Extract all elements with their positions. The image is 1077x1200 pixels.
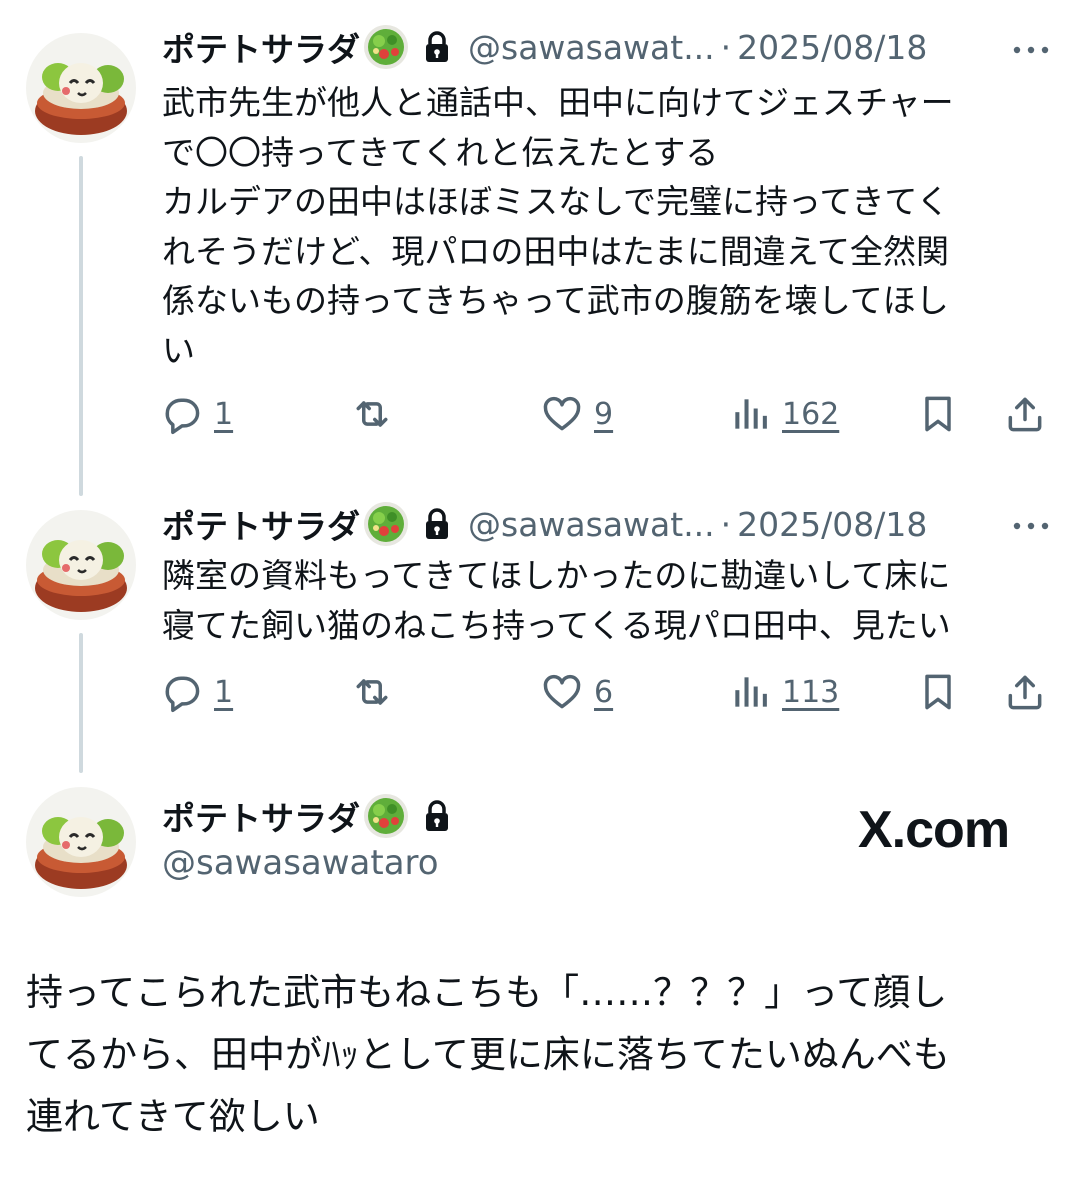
tweet-text-line: れそうだけど、現パロの田中はたまに間違えて全然関 bbox=[162, 231, 950, 271]
like-count: 9 bbox=[594, 396, 614, 432]
tweet-text-line: てるから、田中がﾊｯとして更に床に落ちてたいぬんべも bbox=[26, 1033, 950, 1076]
avatar[interactable] bbox=[26, 787, 136, 897]
tweet-text-line: で〇〇持ってきてくれと伝えたとする bbox=[162, 132, 719, 172]
bookmark-icon bbox=[916, 392, 960, 436]
tweet-text-line: 武市先生が他人と通話中、田中に向けてジェスチャー bbox=[162, 83, 954, 122]
tweet-date[interactable]: 2025/08/18 bbox=[737, 28, 927, 67]
bookmark-button[interactable] bbox=[916, 389, 960, 439]
retweet-icon bbox=[350, 670, 394, 714]
tweet-text-line: 隣室の資料もってきてほしかったのに勘違いして床に bbox=[162, 556, 951, 595]
thread-line bbox=[79, 156, 83, 496]
action-bar: 1 6 113 bbox=[160, 667, 1050, 717]
like-button[interactable]: 9 bbox=[540, 389, 613, 439]
display-name[interactable]: ポテトサラダ bbox=[162, 23, 360, 71]
user-handle[interactable]: @sawasawataro bbox=[162, 843, 439, 883]
more-icon[interactable] bbox=[1009, 516, 1053, 536]
reply-button[interactable]: 1 bbox=[160, 389, 233, 439]
share-icon bbox=[1003, 670, 1047, 714]
tweet-text-line: 持ってこられた武市もねこちも「……？？？」って顔し bbox=[26, 971, 948, 1014]
avatar[interactable] bbox=[26, 33, 136, 143]
bookmark-icon bbox=[916, 670, 960, 714]
like-button[interactable]: 6 bbox=[540, 667, 613, 717]
main-tweet-header: ポテトサラダ bbox=[162, 790, 452, 842]
tweet-header: ポテトサラダ @sawasawat... · 2025/08/18 bbox=[162, 502, 927, 546]
separator-dot: · bbox=[720, 504, 732, 544]
like-icon bbox=[540, 392, 584, 436]
display-name[interactable]: ポテトサラダ bbox=[162, 500, 360, 548]
share-icon bbox=[1003, 392, 1047, 436]
like-icon bbox=[540, 670, 584, 714]
share-button[interactable] bbox=[1003, 667, 1047, 717]
salad-emoji-icon bbox=[362, 792, 410, 840]
retweet-button[interactable] bbox=[350, 389, 394, 439]
lock-icon bbox=[422, 507, 452, 541]
tweet-header: ポテトサラダ @sawasawat... · 2025/08/18 bbox=[162, 25, 927, 69]
views-button[interactable]: 113 bbox=[728, 667, 839, 717]
views-icon bbox=[728, 392, 772, 436]
reply-icon bbox=[160, 670, 204, 714]
user-handle[interactable]: @sawasawat... bbox=[468, 505, 715, 544]
tweet-text-line: 寝てた飼い猫のねこち持ってくる現パロ田中、見たい bbox=[162, 605, 951, 645]
thread-line bbox=[79, 633, 83, 773]
display-name[interactable]: ポテトサラダ bbox=[162, 792, 360, 840]
tweet-text: 隣室の資料もってきてほしかったのに勘違いして床に 寝てた飼い猫のねこち持ってくる… bbox=[162, 551, 1042, 650]
action-bar: 1 9 162 bbox=[160, 389, 1050, 439]
like-count: 6 bbox=[594, 674, 614, 710]
views-count: 113 bbox=[782, 674, 840, 710]
separator-dot: · bbox=[720, 27, 732, 67]
salad-emoji-icon bbox=[362, 23, 410, 71]
more-icon[interactable] bbox=[1009, 40, 1053, 60]
retweet-icon bbox=[350, 392, 394, 436]
tweet-date[interactable]: 2025/08/18 bbox=[737, 505, 927, 544]
x-com-logo: X.com bbox=[858, 801, 1010, 859]
views-button[interactable]: 162 bbox=[728, 389, 839, 439]
reply-icon bbox=[160, 392, 204, 436]
lock-icon bbox=[422, 799, 452, 833]
salad-emoji-icon bbox=[362, 500, 410, 548]
reply-count: 1 bbox=[214, 396, 234, 432]
tweet-text-line: い bbox=[162, 330, 195, 370]
tweet-text-line: 係ないもの持ってきちゃって武市の腹筋を壊してほし bbox=[162, 281, 949, 320]
retweet-button[interactable] bbox=[350, 667, 394, 717]
views-count: 162 bbox=[782, 396, 840, 432]
views-icon bbox=[728, 670, 772, 714]
user-handle[interactable]: @sawasawat... bbox=[468, 28, 715, 67]
bookmark-button[interactable] bbox=[916, 667, 960, 717]
tweet-text-line: 連れてきて欲しい bbox=[26, 1095, 320, 1138]
lock-icon bbox=[422, 30, 452, 64]
main-tweet-text: 持ってこられた武市もねこちも「……？？？」って顔し てるから、田中がﾊｯとして更… bbox=[26, 962, 1056, 1148]
avatar[interactable] bbox=[26, 510, 136, 620]
share-button[interactable] bbox=[1003, 389, 1047, 439]
reply-count: 1 bbox=[214, 674, 234, 710]
reply-button[interactable]: 1 bbox=[160, 667, 233, 717]
tweet-text: 武市先生が他人と通話中、田中に向けてジェスチャー で〇〇持ってきてくれと伝えたと… bbox=[162, 78, 1042, 375]
tweet-text-line: カルデアの田中はほぼミスなしで完璧に持ってきてく bbox=[162, 182, 950, 221]
